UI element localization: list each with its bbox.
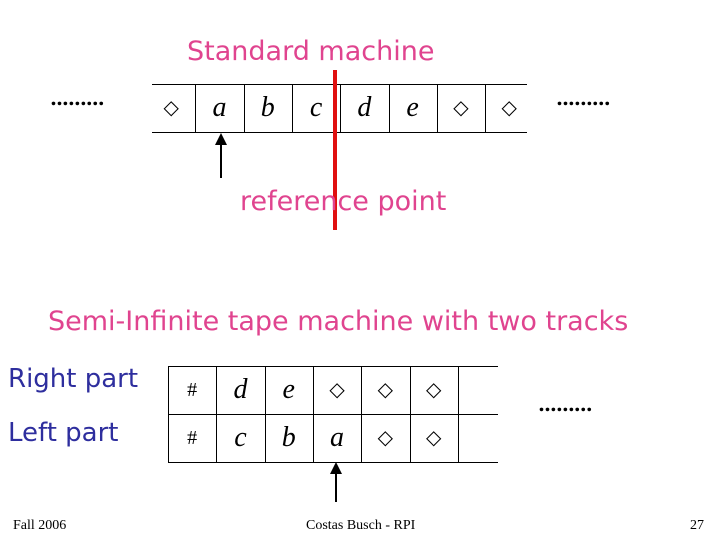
cell-divider xyxy=(485,84,487,132)
standard-tape-cell: d xyxy=(357,92,372,123)
cell-divider xyxy=(291,84,293,132)
reference-point-label: reference point xyxy=(240,186,447,217)
cell-divider xyxy=(409,366,411,414)
cell-divider xyxy=(340,84,342,132)
left-track-cell: c xyxy=(234,422,247,453)
standard-machine-title: Standard machine xyxy=(187,36,435,67)
cell-divider xyxy=(195,84,197,132)
left-track-cell: # xyxy=(187,427,198,449)
tape-bottom-border xyxy=(152,132,527,133)
cell-divider xyxy=(457,366,459,414)
cell-divider xyxy=(361,414,363,462)
standard-tape-cell: a xyxy=(212,92,227,123)
standard-tape-cell: ◇ xyxy=(163,97,179,119)
left-track-cell: b xyxy=(281,422,296,453)
right-track-cell: # xyxy=(187,379,198,401)
left-part-label: Left part xyxy=(8,418,119,448)
cell-divider xyxy=(312,414,314,462)
right-track-cell: e xyxy=(282,374,295,405)
left-ellipsis: ......... xyxy=(50,86,105,110)
cell-divider xyxy=(361,366,363,414)
standard-tape-cell: ◇ xyxy=(501,97,517,119)
right-part-label: Right part xyxy=(8,364,139,394)
right-ellipsis: ......... xyxy=(556,86,611,110)
standard-head-arrow-icon xyxy=(215,133,227,182)
cell-divider xyxy=(216,414,218,462)
footer-page-number: 27 xyxy=(690,518,704,533)
right-track-cell xyxy=(458,366,506,414)
standard-tape-cell: b xyxy=(260,92,275,123)
cell-divider xyxy=(436,84,438,132)
left-track-cell xyxy=(458,414,506,462)
left-track-cell: a xyxy=(330,422,345,453)
standard-tape-cell: ◇ xyxy=(453,97,469,119)
standard-tape-cell: e xyxy=(406,92,419,123)
cell-divider xyxy=(264,414,266,462)
cell-divider xyxy=(243,84,245,132)
two-track-head-arrow-icon xyxy=(330,462,342,506)
cell-divider xyxy=(388,84,390,132)
semi-infinite-title: Semi-Infinite tape machine with two trac… xyxy=(48,306,629,337)
right-track-cell: ◇ xyxy=(425,379,442,401)
cell-divider xyxy=(457,414,459,462)
left-track-cell: ◇ xyxy=(425,427,442,449)
left-track-cell: ◇ xyxy=(377,427,394,449)
right-track-cell: ◇ xyxy=(377,379,394,401)
cell-divider xyxy=(216,366,218,414)
two-track-ellipsis: ......... xyxy=(538,392,593,416)
footer-date: Fall 2006 xyxy=(13,518,67,533)
right-track-cell: d xyxy=(233,374,248,405)
cell-divider xyxy=(312,366,314,414)
cell-divider xyxy=(264,366,266,414)
footer-author: Costas Busch - RPI xyxy=(306,518,416,533)
cell-divider xyxy=(409,414,411,462)
right-track-cell: ◇ xyxy=(329,379,345,401)
